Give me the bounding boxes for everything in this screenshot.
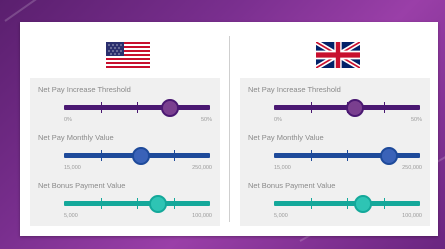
slider-tick xyxy=(173,198,175,209)
net-bonus-payment-value-slider: Net Bonus Payment Value 5,000 100,000 xyxy=(30,174,220,220)
slider-tick xyxy=(173,150,175,161)
slider-tick xyxy=(137,198,138,209)
slider-max-label: 50% xyxy=(410,117,422,123)
slider-handle[interactable] xyxy=(131,147,150,165)
slider-tick xyxy=(310,150,312,161)
slider-handle[interactable] xyxy=(379,147,398,165)
net-pay-monthly-value-slider: Net Pay Monthly Value 15,000 250,000 xyxy=(240,126,430,172)
slider-max-label: 100,000 xyxy=(192,213,212,219)
slider-label: Net Bonus Payment Value xyxy=(38,181,126,190)
slider-track[interactable] xyxy=(274,195,420,213)
comparison-card: Net Pay Increase Threshold 0% 50% Net Pa… xyxy=(20,22,438,236)
net-pay-monthly-value-slider: Net Pay Monthly Value 15,000 250,000 xyxy=(30,126,220,172)
slider-handle[interactable] xyxy=(346,99,365,117)
uk-controls: Net Pay Increase Threshold 0% 50% Net Pa… xyxy=(240,78,430,226)
slider-max-label: 50% xyxy=(200,117,212,123)
slider-min-label: 5,000 xyxy=(274,213,288,219)
slider-label: Net Pay Increase Threshold xyxy=(248,85,341,94)
slider-label: Net Bonus Payment Value xyxy=(248,181,336,190)
slider-tick xyxy=(310,198,312,209)
slider-label: Net Pay Increase Threshold xyxy=(38,85,131,94)
slider-tick xyxy=(383,198,385,209)
slider-tick xyxy=(100,198,102,209)
slider-track[interactable] xyxy=(64,99,210,117)
net-pay-increase-threshold-slider: Net Pay Increase Threshold 0% 50% xyxy=(30,78,220,124)
slider-track[interactable] xyxy=(64,195,210,213)
slider-min-label: 0% xyxy=(64,117,72,123)
slider-tick xyxy=(137,102,138,113)
slider-handle[interactable] xyxy=(353,195,372,213)
slider-tick xyxy=(383,102,385,113)
us-panel: Net Pay Increase Threshold 0% 50% Net Pa… xyxy=(30,22,230,236)
slider-label: Net Pay Monthly Value xyxy=(248,133,324,142)
slider-track[interactable] xyxy=(64,147,210,165)
slider-min-label: 5,000 xyxy=(64,213,78,219)
us-flag-icon xyxy=(106,42,150,68)
slider-track[interactable] xyxy=(274,99,420,117)
slider-max-label: 250,000 xyxy=(402,165,422,171)
slider-tick xyxy=(100,102,102,113)
slider-handle[interactable] xyxy=(161,99,180,117)
slider-max-label: 250,000 xyxy=(192,165,212,171)
slider-tick xyxy=(310,102,312,113)
us-controls: Net Pay Increase Threshold 0% 50% Net Pa… xyxy=(30,78,220,226)
slider-track[interactable] xyxy=(274,147,420,165)
uk-panel: Net Pay Increase Threshold 0% 50% Net Pa… xyxy=(240,22,440,236)
slider-min-label: 15,000 xyxy=(274,165,291,171)
net-pay-increase-threshold-slider: Net Pay Increase Threshold 0% 50% xyxy=(240,78,430,124)
slider-min-label: 15,000 xyxy=(64,165,81,171)
slider-label: Net Pay Monthly Value xyxy=(38,133,114,142)
slider-tick xyxy=(347,150,348,161)
slider-tick xyxy=(347,198,348,209)
background-streak xyxy=(4,0,154,22)
uk-flag-icon xyxy=(316,42,360,68)
net-bonus-payment-value-slider: Net Bonus Payment Value 5,000 100,000 xyxy=(240,174,430,220)
slider-max-label: 100,000 xyxy=(402,213,422,219)
slider-handle[interactable] xyxy=(149,195,168,213)
slider-tick xyxy=(100,150,102,161)
slider-min-label: 0% xyxy=(274,117,282,123)
